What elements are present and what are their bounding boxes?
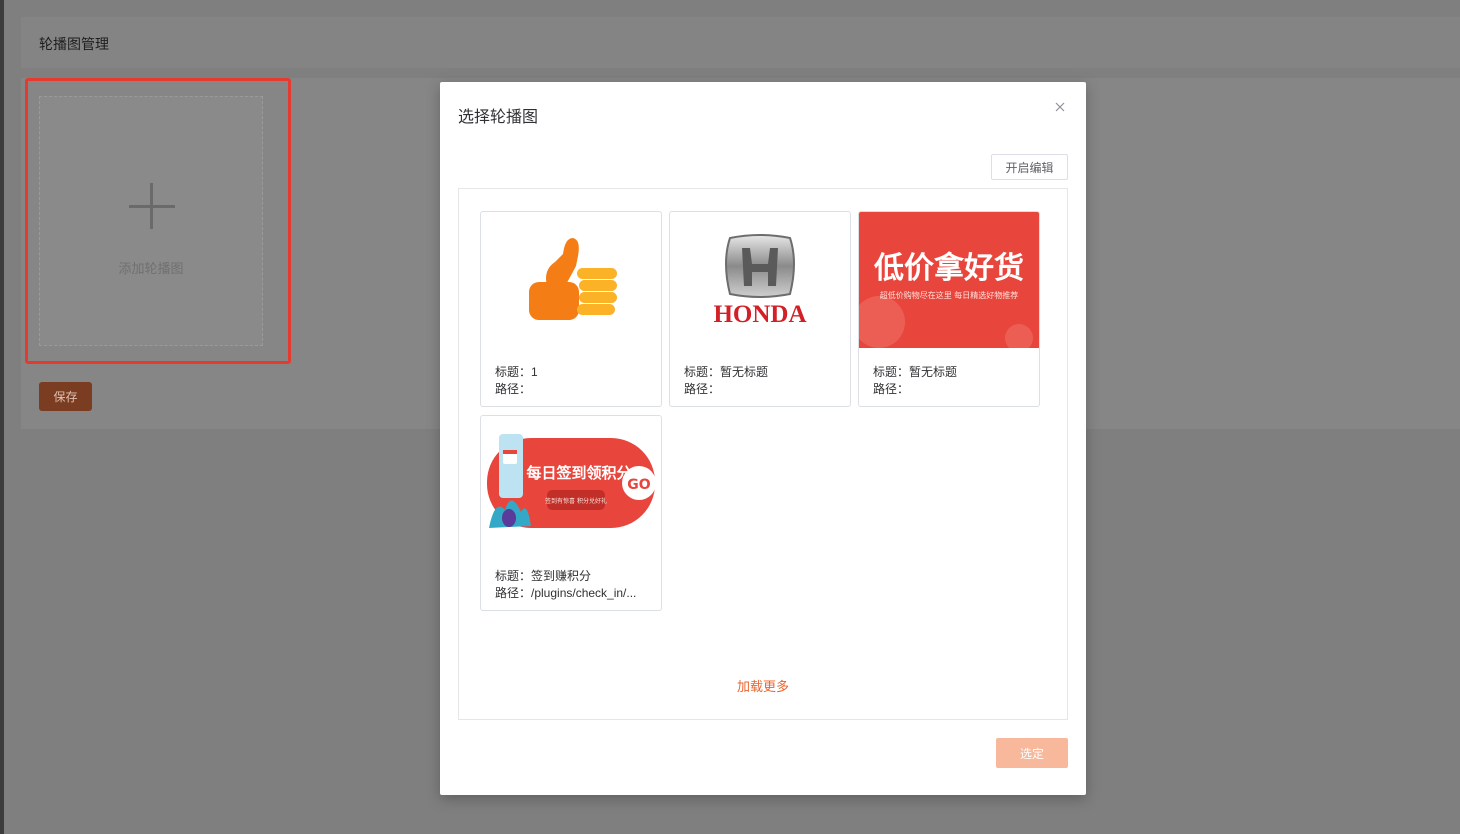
thumbnail: [481, 212, 661, 348]
close-icon[interactable]: [1052, 99, 1068, 115]
banner-headline: 低价拿好货: [873, 251, 1024, 286]
item-path: 路径：: [684, 382, 721, 396]
sidebar-edge: [0, 0, 4, 834]
banner-subline: 超低价购物尽在这里 每日精选好物推荐: [880, 290, 1019, 300]
item-path: 路径：/plugins/check_in/...: [495, 586, 637, 600]
honda-logo: HONDA: [713, 234, 807, 328]
go-label: GO: [627, 477, 650, 493]
thumbnail: 每日签到领积分 签到有惊喜 积分兑好礼 GO: [481, 416, 661, 552]
select-carousel-dialog: 选择轮播图 开启编辑 标题：1 路径： HONDA 标题：暂无标题 路径： 低价…: [440, 82, 1086, 795]
thumbnail: HONDA: [670, 212, 850, 348]
thumbnail: 低价拿好货 超低价购物尽在这里 每日精选好物推荐: [859, 212, 1039, 348]
load-more-link[interactable]: 加载更多: [459, 676, 1067, 695]
banner-subline: 签到有惊喜 积分兑好礼: [545, 497, 607, 505]
low-price-banner: 低价拿好货 超低价购物尽在这里 每日精选好物推荐: [859, 212, 1039, 348]
page-title: 轮播图管理: [39, 36, 109, 52]
item-title: 标题：签到赚积分: [495, 569, 592, 583]
carousel-item-card[interactable]: 低价拿好货 超低价购物尽在这里 每日精选好物推荐 标题：暂无标题 路径：: [858, 211, 1040, 407]
dialog-title: 选择轮播图: [458, 109, 539, 126]
confirm-select-button[interactable]: 选定: [996, 738, 1068, 768]
page-header: 轮播图管理: [21, 17, 1460, 68]
item-title: 标题：暂无标题: [873, 365, 958, 379]
save-button[interactable]: 保存: [39, 382, 92, 411]
item-title: 标题：1: [495, 365, 538, 379]
item-meta: 标题：1 路径：: [495, 364, 655, 398]
check-in-banner: 每日签到领积分 签到有惊喜 积分兑好礼 GO: [487, 434, 656, 528]
item-meta: 标题：暂无标题 路径：: [684, 364, 844, 398]
thumbs-up-icon: [529, 238, 617, 320]
carousel-item-card[interactable]: 标题：1 路径：: [480, 211, 662, 407]
banner-headline: 每日签到领积分: [526, 464, 631, 482]
enable-edit-button[interactable]: 开启编辑: [991, 154, 1068, 180]
item-path: 路径：: [495, 382, 532, 396]
item-path: 路径：: [873, 382, 910, 396]
highlight-box: [25, 78, 291, 364]
honda-text: HONDA: [713, 301, 806, 328]
image-grid: 标题：1 路径： HONDA 标题：暂无标题 路径： 低价拿好货 超低价购物尽在…: [458, 188, 1068, 720]
item-meta: 标题：签到赚积分 路径：/plugins/check_in/...: [495, 568, 655, 602]
carousel-item-card[interactable]: 每日签到领积分 签到有惊喜 积分兑好礼 GO 标题：签到赚积分 路径：/plug…: [480, 415, 662, 611]
carousel-item-card[interactable]: HONDA 标题：暂无标题 路径：: [669, 211, 851, 407]
item-meta: 标题：暂无标题 路径：: [873, 364, 1033, 398]
item-title: 标题：暂无标题: [684, 365, 769, 379]
